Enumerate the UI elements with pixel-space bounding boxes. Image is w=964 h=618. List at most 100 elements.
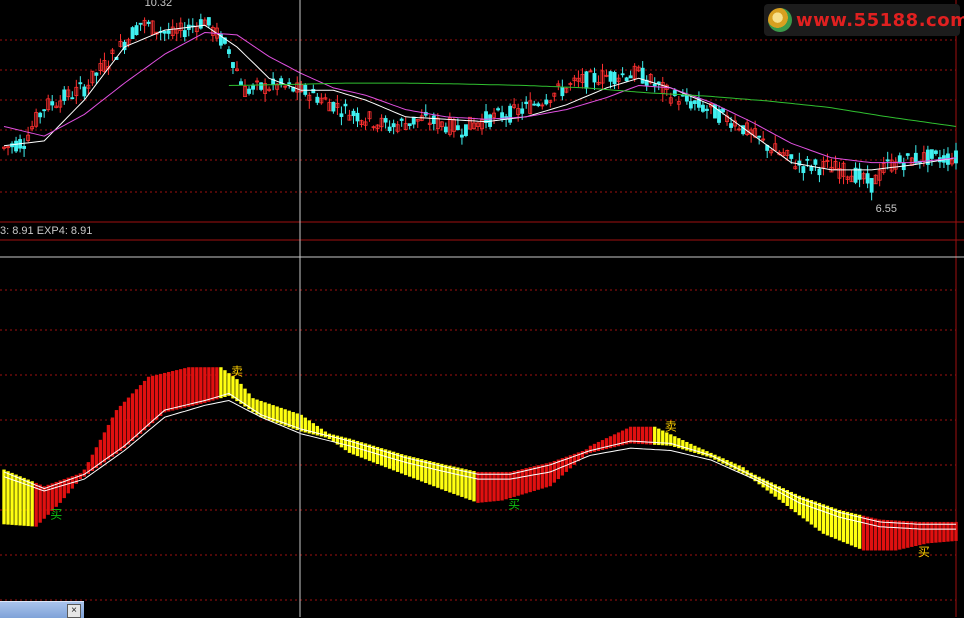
osc-bar-red <box>600 440 605 451</box>
candle-down <box>70 97 75 100</box>
osc-bar-red <box>199 367 203 404</box>
candle-down <box>182 30 187 38</box>
osc-bar-red <box>138 385 143 434</box>
candle-down <box>897 155 902 164</box>
osc-bar-red <box>544 463 548 488</box>
candle-down <box>652 83 657 87</box>
osc-bar-red <box>890 520 894 551</box>
osc-bar-red <box>528 467 532 493</box>
osc-bar-yellow <box>18 476 22 526</box>
osc-bar-red <box>58 480 62 503</box>
osc-bar-red <box>488 471 492 502</box>
osc-bar-yellow <box>853 513 858 548</box>
candle-down <box>166 30 171 34</box>
candle-down <box>455 125 460 131</box>
candle-down <box>817 168 822 176</box>
osc-bar-red <box>873 518 878 551</box>
osc-bar-red <box>484 471 488 503</box>
ma_mid-line <box>3 31 957 164</box>
osc-bar-yellow <box>444 464 448 491</box>
osc-bar-yellow <box>681 440 685 450</box>
osc-bar-red <box>524 468 528 494</box>
candle-down <box>146 21 151 24</box>
candle-down <box>331 101 336 112</box>
candle-down <box>227 49 231 54</box>
candle-down <box>905 153 910 156</box>
osc-bar-red <box>114 410 119 454</box>
osc-bar-red <box>207 367 211 402</box>
osc-bar-yellow <box>6 471 10 525</box>
osc-bar-red <box>191 367 195 406</box>
candle-down <box>520 108 525 114</box>
osc-bar-red <box>122 401 127 449</box>
close-icon[interactable]: × <box>67 604 81 618</box>
candle-down <box>14 140 18 152</box>
osc-bar-red <box>934 521 938 543</box>
chart-canvas[interactable]: 10.32 6.55 买 卖买 卖买 <box>0 0 964 617</box>
osc-bar-yellow <box>440 463 444 490</box>
candle-down <box>138 22 143 25</box>
candle-down <box>443 126 448 133</box>
candle-down <box>82 86 87 97</box>
candle-down <box>355 112 360 122</box>
candle-down <box>560 87 565 97</box>
candle-down <box>640 67 645 84</box>
candle-down <box>801 166 806 174</box>
candle-down <box>459 134 464 138</box>
candle-down <box>198 19 203 29</box>
osc-bar-red <box>882 519 886 551</box>
osc-bar-red <box>500 471 504 501</box>
osc-bar-red <box>898 520 902 550</box>
osc-bar-yellow <box>841 510 846 543</box>
osc-bar-red <box>110 417 115 457</box>
osc-bar-red <box>861 515 866 551</box>
osc-bar-red <box>167 371 171 412</box>
candle-down <box>684 94 689 102</box>
candle-down <box>705 108 709 111</box>
osc-bar-red <box>918 521 922 546</box>
candle-down <box>383 118 388 123</box>
candle-down <box>701 104 705 112</box>
osc-bar-red <box>183 368 187 408</box>
osc-bar-yellow <box>14 474 18 526</box>
candle-down <box>620 73 625 76</box>
candle-down <box>789 154 794 159</box>
osc-bar-red <box>512 470 516 497</box>
candle-down <box>251 84 255 90</box>
osc-bar-red <box>54 481 58 507</box>
minimized-window-bar[interactable]: × <box>0 601 84 618</box>
candle-down <box>929 149 934 159</box>
osc-bar-red <box>162 372 167 413</box>
signal-annotation: 卖 <box>231 365 243 379</box>
osc-bar-yellow <box>319 428 324 437</box>
candle-down <box>38 112 43 118</box>
candle-down <box>612 72 617 85</box>
price-label: 6.55 <box>876 203 897 215</box>
osc-bar-red <box>34 482 38 527</box>
candle-down <box>688 101 693 109</box>
osc-bar-red <box>118 405 123 451</box>
osc-bar-red <box>142 380 147 431</box>
osc-bar-yellow <box>10 472 14 525</box>
candle-down <box>399 118 404 121</box>
osc-bar-yellow <box>2 469 6 525</box>
osc-bar-red <box>203 367 207 403</box>
osc-bar-yellow <box>22 477 26 526</box>
osc-bar-yellow <box>26 479 30 527</box>
candle-down <box>813 159 818 165</box>
candle-down <box>692 100 697 104</box>
candle-down <box>608 71 613 82</box>
osc-bar-yellow <box>817 502 822 531</box>
osc-bar-red <box>508 471 512 499</box>
osc-bar-red <box>588 445 593 453</box>
candle-down <box>885 159 890 162</box>
osc-bar-red <box>146 376 151 427</box>
price-label: 10.32 <box>145 0 173 9</box>
osc-bar-yellow <box>424 460 428 484</box>
osc-bar-yellow <box>432 461 436 487</box>
candle-down <box>206 17 211 26</box>
osc-bar-yellow <box>416 458 420 480</box>
osc-bar-yellow <box>845 511 850 544</box>
watermark-text: www.55188.com <box>796 10 964 31</box>
osc-bar-yellow <box>420 459 424 482</box>
